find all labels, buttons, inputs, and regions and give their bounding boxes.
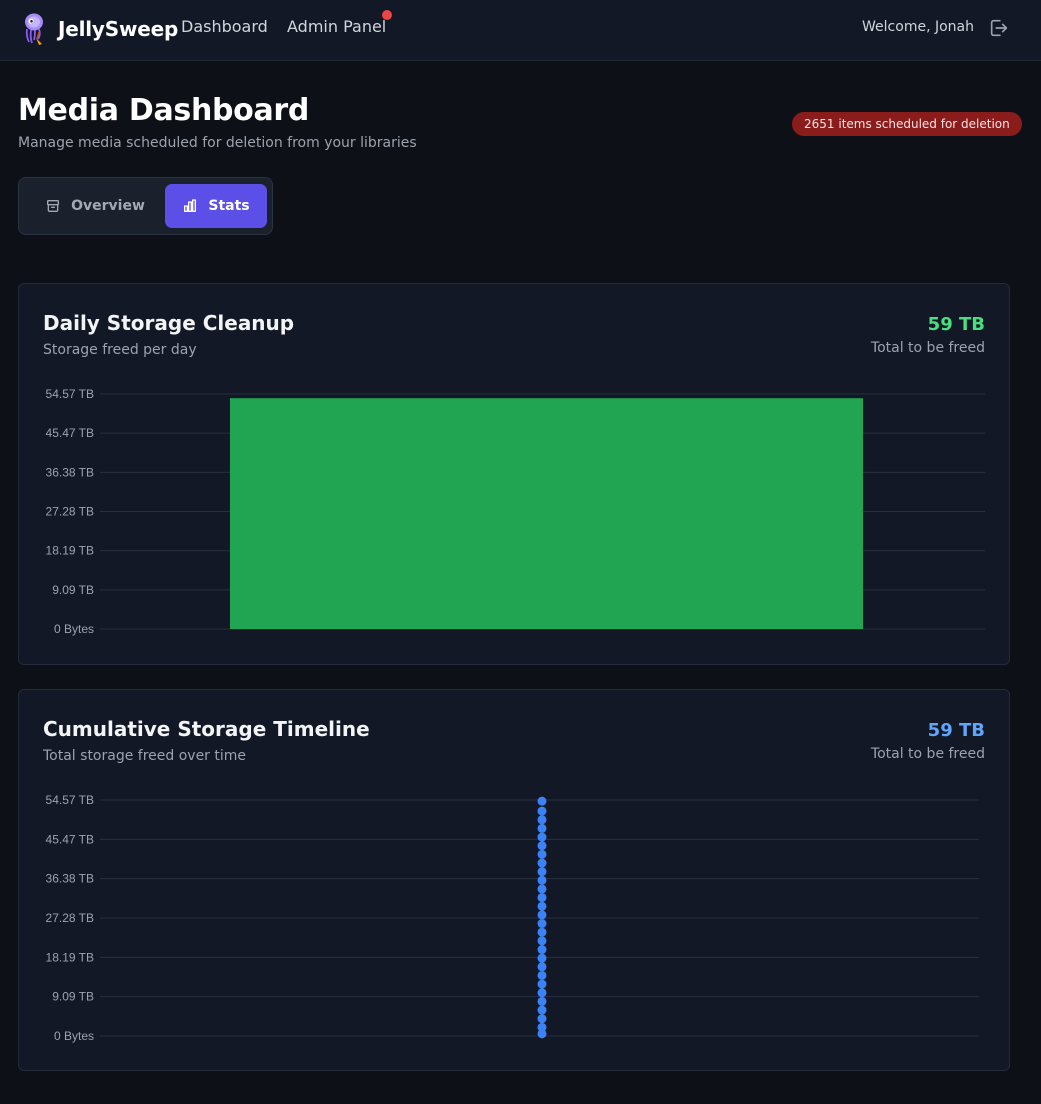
data-point [537,867,547,877]
archive-icon [47,200,60,212]
data-point [537,858,547,868]
page-title: Media Dashboard [18,93,310,128]
deletion-count-badge: 2651 items scheduled for deletion [792,112,1022,136]
data-point [537,962,547,972]
data-point [537,979,547,989]
y-tick-label: 54.57 TB [46,387,94,401]
brand-name: JellySweep [58,17,179,41]
data-point [537,875,547,885]
y-tick-label: 0 Bytes [54,622,94,636]
data-point [537,996,547,1006]
notification-dot [382,10,392,20]
y-tick-label: 54.57 TB [46,793,94,807]
y-tick-label: 27.28 TB [46,911,94,925]
y-tick-label: 45.47 TB [46,426,94,440]
y-tick-label: 9.09 TB [52,990,94,1004]
data-point [537,970,547,980]
data-point [537,1005,547,1015]
tab-stats[interactable]: Stats [165,184,267,228]
logout-icon[interactable] [988,17,1010,39]
y-tick-label: 36.38 TB [46,872,94,886]
data-point [537,841,547,851]
y-tick-label: 45.47 TB [46,832,94,846]
data-point [537,893,547,903]
brand-link[interactable]: JellySweep [20,12,178,46]
data-point [537,910,547,920]
chart-bar [230,398,863,629]
bar-chart-icon [184,199,197,212]
data-point [537,796,547,806]
jellyfish-logo-icon [25,13,43,45]
data-point [537,823,547,833]
view-tabs: Overview Stats [18,177,273,235]
data-point [537,806,547,816]
y-tick-label: 9.09 TB [52,583,94,597]
y-tick-label: 18.19 TB [46,950,94,964]
page-subtitle: Manage media scheduled for deletion from… [18,135,417,151]
data-point [537,945,547,955]
data-point [537,988,547,998]
cumulative-timeline-card: Cumulative Storage Timeline Total storag… [18,689,1010,1071]
tab-overview-label: Overview [71,198,145,214]
cumulative-scatter-chart: 0 Bytes 9.09 TB 18.19 TB 27.28 TB 36.38 TB 45… [46,793,979,1043]
tab-overview[interactable]: Overview [25,184,165,228]
y-tick-label: 18.19 TB [46,544,94,558]
data-point [537,832,547,842]
welcome-text: Welcome, Jonah [862,19,974,35]
data-point [537,849,547,859]
data-point [537,901,547,911]
y-tick-label: 27.28 TB [46,505,94,519]
data-point [537,1022,547,1032]
y-tick-label: 36.38 TB [46,465,94,479]
data-point [537,953,547,963]
data-point [537,936,547,946]
tab-stats-label: Stats [208,198,250,214]
navbar: JellySweep Dashboard Admin Panel Welcome… [0,0,1041,61]
daily-bar-chart: 0 Bytes 9.09 TB 18.19 TB 27.28 TB 36.38 TB 45… [46,387,985,636]
data-point [537,1014,547,1024]
data-point [537,927,547,937]
daily-cleanup-card: Daily Storage Cleanup Storage freed per … [18,283,1010,665]
data-point [537,919,547,929]
nav-dashboard-link[interactable]: Dashboard [181,17,268,36]
data-point [537,815,547,825]
data-point [537,884,547,894]
y-tick-label: 0 Bytes [54,1029,94,1043]
nav-admin-panel-link[interactable]: Admin Panel [287,17,386,36]
